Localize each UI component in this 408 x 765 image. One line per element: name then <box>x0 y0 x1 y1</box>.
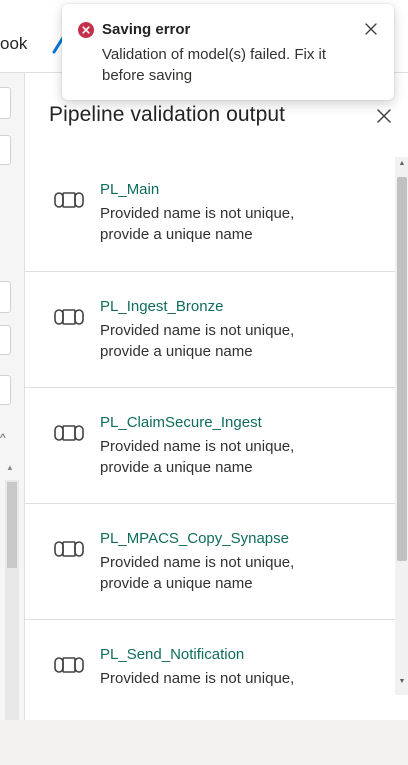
scroll-up-arrow-icon[interactable]: ▲ <box>397 159 407 169</box>
close-icon[interactable] <box>362 20 380 38</box>
pipeline-icon <box>54 309 84 325</box>
background-box <box>0 135 11 165</box>
pipeline-validation-panel: Pipeline validation output PL_Main Provi… <box>24 73 408 720</box>
background-scroll-thumb[interactable] <box>7 482 17 568</box>
error-icon <box>78 22 94 38</box>
pipeline-link[interactable]: PL_Main <box>100 181 159 198</box>
validation-message: Provided name is not unique, provide a u… <box>100 438 295 476</box>
background-box <box>0 375 11 405</box>
validation-message: Provided name is not unique, provide a u… <box>100 205 295 243</box>
validation-results-list: PL_Main Provided name is not unique, pro… <box>25 157 395 765</box>
pipeline-link[interactable]: PL_ClaimSecure_Ingest <box>100 414 262 431</box>
pipeline-link[interactable]: PL_MPACS_Copy_Synapse <box>100 530 289 547</box>
validation-message: Provided name is not unique, <box>100 670 295 687</box>
scroll-down-arrow-icon[interactable]: ▼ <box>397 677 407 687</box>
notebook-tab-fragment[interactable]: ook <box>0 34 27 54</box>
background-box <box>0 281 11 313</box>
pipeline-link[interactable]: PL_Ingest_Bronze <box>100 298 223 315</box>
list-item: PL_Send_Notification Provided name is no… <box>25 619 395 735</box>
pipeline-icon <box>54 657 84 673</box>
toast-title: Saving error <box>102 21 191 38</box>
background-box <box>0 87 11 119</box>
pipeline-link[interactable]: PL_Send_Notification <box>100 646 244 663</box>
background-box <box>0 325 11 355</box>
collapse-caret-icon[interactable]: ^ <box>0 431 6 445</box>
scroll-up-arrow-icon[interactable]: ▲ <box>6 463 14 472</box>
panel-title: Pipeline validation output <box>49 103 286 126</box>
list-item: PL_ClaimSecure_Ingest Provided name is n… <box>25 387 395 503</box>
close-icon[interactable] <box>373 105 395 127</box>
pipeline-icon <box>54 192 84 208</box>
validation-message: Provided name is not unique, provide a u… <box>100 322 295 360</box>
toast-message: Validation of model(s) failed. Fix it be… <box>102 46 326 84</box>
list-item: PL_Main Provided name is not unique, pro… <box>25 157 395 271</box>
pipeline-icon <box>54 541 84 557</box>
list-item: PL_MPACS_Copy_Synapse Provided name is n… <box>25 503 395 619</box>
pipeline-icon <box>54 425 84 441</box>
list-item: PL_Ingest_Bronze Provided name is not un… <box>25 271 395 387</box>
validation-message: Provided name is not unique, provide a u… <box>100 554 295 592</box>
saving-error-toast: Saving error Validation of model(s) fail… <box>62 4 394 100</box>
panel-scroll-thumb[interactable] <box>397 177 407 561</box>
